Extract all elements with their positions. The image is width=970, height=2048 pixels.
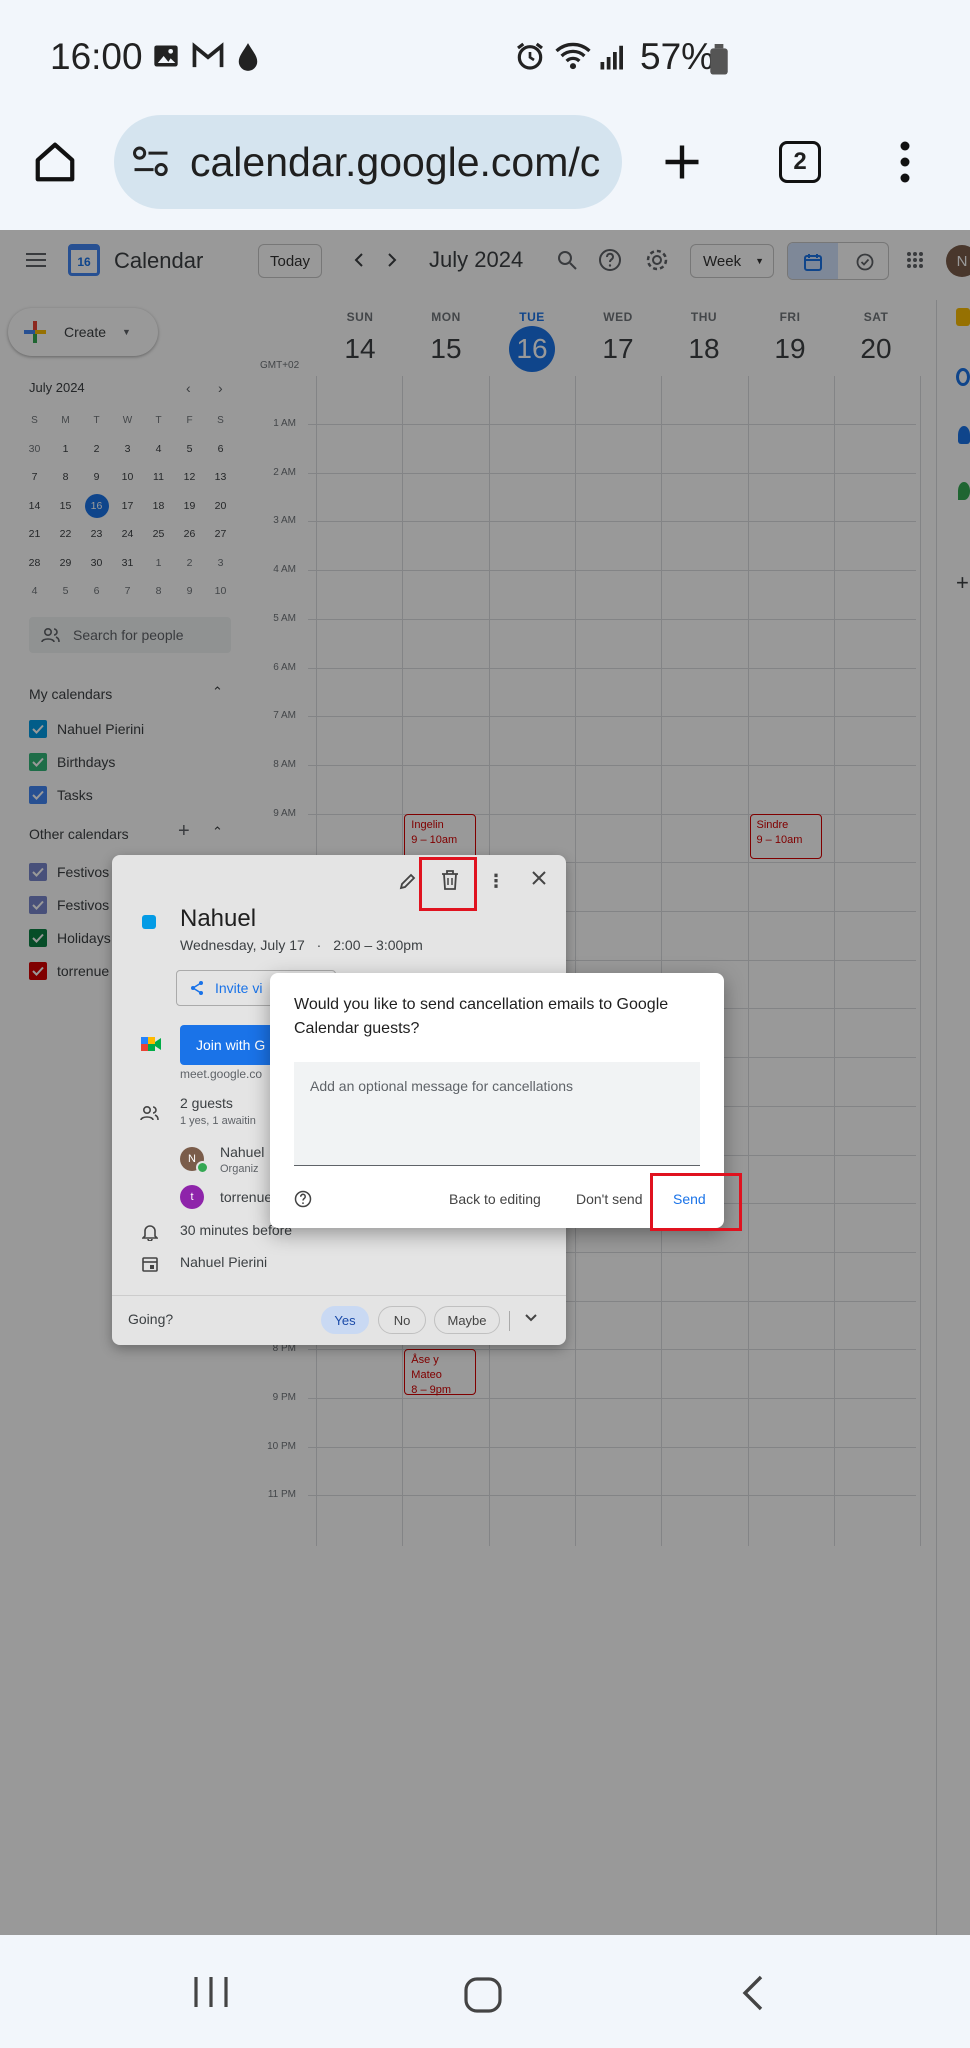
- close-icon[interactable]: [530, 869, 548, 887]
- site-settings-icon[interactable]: [132, 145, 170, 179]
- calendar-icon: [142, 1256, 158, 1272]
- event-datetime: Wednesday, July 17 · 2:00 – 3:00pm: [180, 937, 423, 953]
- back-nav-icon[interactable]: [741, 1974, 765, 2012]
- dont-send-button[interactable]: Don't send: [576, 1191, 643, 1207]
- battery-icon: [708, 44, 730, 76]
- guest1-name: Nahuel: [220, 1144, 265, 1160]
- more-options-icon[interactable]: [900, 140, 910, 184]
- status-bar: 16:00 57%: [0, 0, 970, 112]
- wifi-icon: [554, 40, 592, 72]
- going-label: Going?: [128, 1311, 174, 1327]
- dialog-question: Would you like to send cancellation emai…: [294, 996, 669, 1037]
- home-button[interactable]: [32, 139, 78, 185]
- highlight-box-send: [650, 1173, 742, 1231]
- event-date: Wednesday, July 17: [180, 937, 305, 953]
- clock: 16:00: [50, 36, 143, 77]
- rsvp-no-button[interactable]: No: [378, 1306, 426, 1334]
- guest2-avatar: t: [180, 1185, 204, 1209]
- bell-icon: [142, 1223, 158, 1241]
- event-color-swatch: [142, 915, 156, 929]
- accepted-check-icon: [196, 1161, 209, 1174]
- battery-percentage: 57%: [640, 36, 715, 77]
- recent-apps-icon[interactable]: [193, 1975, 229, 2009]
- divider: [509, 1311, 510, 1331]
- address-bar[interactable]: calendar.google.com/c: [114, 115, 622, 209]
- invite-label: Invite vi: [215, 980, 263, 996]
- guest2-name: torrenue: [220, 1189, 273, 1205]
- gmail-icon: [192, 42, 224, 70]
- back-to-editing-button[interactable]: Back to editing: [449, 1191, 541, 1207]
- calendar-name: Nahuel Pierini: [180, 1254, 268, 1270]
- edit-pencil-icon[interactable]: [398, 871, 418, 891]
- rsvp-maybe-button[interactable]: Maybe: [434, 1306, 500, 1334]
- signal-icon: [598, 42, 628, 72]
- event-time: 2:00 – 3:00pm: [333, 937, 423, 953]
- guest1-role: Organiz: [220, 1163, 259, 1175]
- tab-switcher-button[interactable]: 2: [779, 141, 821, 183]
- more-options-vertical-icon[interactable]: ⋮: [487, 871, 505, 892]
- cancellation-message-input[interactable]: Add an optional message for cancellation…: [294, 1062, 700, 1166]
- alarm-icon: [514, 40, 546, 72]
- home-nav-icon[interactable]: [463, 1976, 503, 2014]
- meet-icon: [140, 1035, 162, 1053]
- rsvp-yes-button[interactable]: Yes: [321, 1306, 369, 1334]
- divider: [112, 1295, 566, 1296]
- guests-icon: [140, 1105, 160, 1121]
- drop-icon: [236, 42, 260, 72]
- highlight-box-delete: [419, 857, 477, 911]
- meet-link[interactable]: meet.google.co: [180, 1067, 262, 1081]
- event-title: Nahuel: [180, 905, 257, 932]
- browser-toolbar: calendar.google.com/c 2: [0, 112, 970, 230]
- system-navigation-bar: [0, 1935, 970, 2048]
- rsvp-more-chevron-icon[interactable]: [524, 1313, 538, 1323]
- new-tab-button[interactable]: [660, 140, 704, 184]
- help-icon[interactable]: [294, 1190, 312, 1208]
- url-text: calendar.google.com/c: [190, 139, 601, 185]
- image-icon: [152, 42, 180, 70]
- guests-summary: 1 yes, 1 awaitin: [180, 1115, 256, 1127]
- guests-count: 2 guests: [180, 1095, 233, 1111]
- share-icon: [191, 981, 203, 995]
